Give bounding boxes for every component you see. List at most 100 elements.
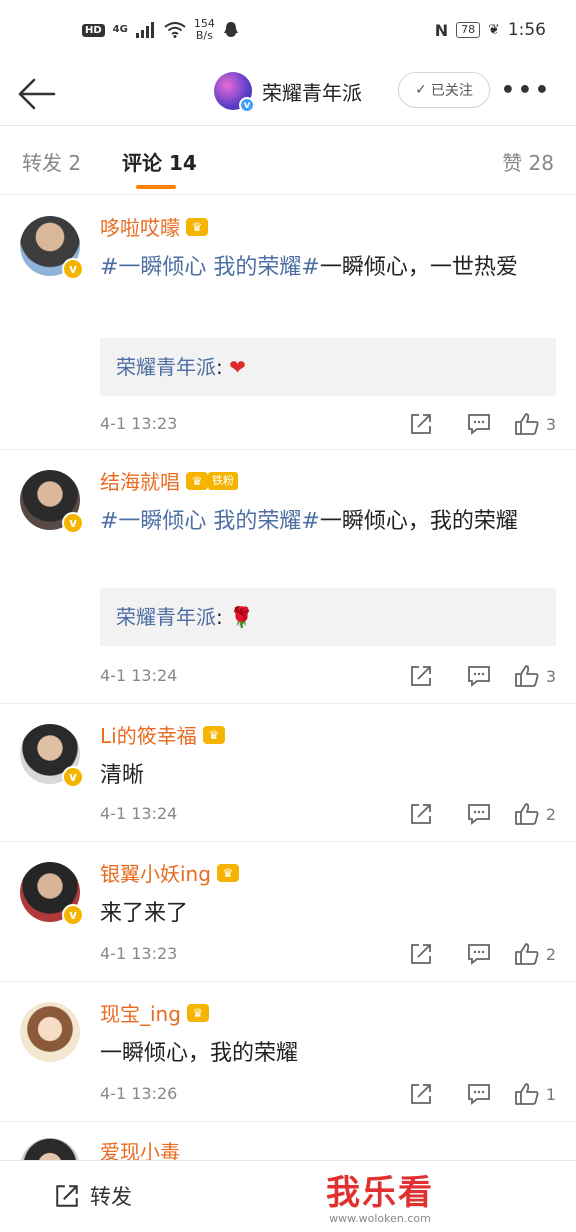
weibo-comments-page: HD 4G 154 B/s N 78 ❦ 1:56 v 荣耀青年派 ✓ 已关注 …: [0, 0, 576, 1232]
reply-text: 🌹: [229, 605, 255, 629]
crown-icon: ♛: [186, 1003, 209, 1022]
nav-avatar[interactable]: v: [214, 72, 255, 113]
status-right: N 78 ❦ 1:56: [435, 20, 546, 40]
nav-bar: v 荣耀青年派 ✓ 已关注 •••: [0, 64, 576, 126]
avatar[interactable]: [20, 1138, 80, 1160]
username-text[interactable]: 爱现小毒: [100, 1136, 180, 1160]
comment-item: v 银翼小妖ing ♛ 来了来了 4-1 13:23 2: [0, 842, 576, 982]
like-button[interactable]: 2: [514, 942, 556, 966]
like-button[interactable]: 3: [514, 664, 556, 688]
like-count: 2: [545, 804, 556, 824]
reply-author[interactable]: 荣耀青年派: [116, 605, 216, 629]
tab-likes[interactable]: 赞 28: [502, 147, 554, 176]
comment-icon[interactable]: [450, 1080, 508, 1108]
comment-text: 来了来了: [100, 894, 560, 934]
comment-username[interactable]: 爱现小毒: [100, 1136, 180, 1160]
crown-icon: ♛: [202, 725, 225, 744]
comment-body: 一瞬倾心，一世热爱: [319, 255, 518, 280]
share-icon[interactable]: [392, 1080, 450, 1108]
comment-actions: 3: [392, 410, 556, 438]
reply-text: ❤: [229, 355, 246, 379]
avatar[interactable]: v: [20, 216, 84, 280]
share-icon[interactable]: [392, 662, 450, 690]
nav-profile[interactable]: v 荣耀青年派: [214, 72, 362, 113]
username-text[interactable]: 哆啦哎曚: [100, 212, 180, 241]
share-icon[interactable]: [392, 800, 450, 828]
network-speed: 154 B/s: [194, 18, 215, 42]
share-icon[interactable]: [392, 940, 450, 968]
verified-icon: v: [62, 766, 84, 788]
bottom-bar: 转发 我乐看 www.woloken.com: [0, 1160, 576, 1232]
comment-body: 一瞬倾心，我的荣耀: [100, 1041, 299, 1066]
speed-unit: B/s: [195, 29, 213, 42]
comment-actions: 3: [392, 662, 556, 690]
comment-username[interactable]: 银翼小妖ing ♛: [100, 858, 239, 887]
comment-icon[interactable]: [450, 662, 508, 690]
comment-actions: 1: [392, 1080, 556, 1108]
like-icon: [514, 943, 539, 965]
repost-button[interactable]: 转发: [54, 1181, 132, 1211]
back-arrow-icon[interactable]: [14, 74, 58, 114]
share-icon: [56, 1185, 78, 1207]
avatar[interactable]: v: [20, 724, 84, 788]
verified-icon: v: [239, 97, 255, 113]
crown-icon: ♛: [216, 863, 239, 882]
topic-link[interactable]: #一瞬倾心 我的荣耀#: [100, 255, 320, 280]
tab-bar: 转发 2 评论 14 赞 28: [0, 127, 576, 195]
author-reply[interactable]: 荣耀青年派: ❤: [100, 338, 556, 396]
username-text[interactable]: 银翼小妖ing: [100, 858, 211, 887]
comment-username[interactable]: 现宝_ing ♛: [100, 998, 209, 1027]
share-icon[interactable]: [392, 410, 450, 438]
leaf-icon: ❦: [488, 22, 500, 38]
comment-text: #一瞬倾心 我的荣耀#一瞬倾心，我的荣耀: [100, 502, 560, 542]
tab-repost[interactable]: 转发 2: [22, 147, 81, 176]
repost-label: 转发: [90, 1185, 132, 1209]
comment-text: 一瞬倾心，我的荣耀: [100, 1034, 560, 1074]
comment-icon[interactable]: [450, 800, 508, 828]
like-button[interactable]: 2: [514, 802, 556, 826]
status-bar: HD 4G 154 B/s N 78 ❦ 1:56: [0, 0, 576, 64]
tab-comments[interactable]: 评论 14: [122, 147, 197, 176]
comment-icon[interactable]: [450, 410, 508, 438]
like-button[interactable]: 1: [514, 1082, 556, 1106]
follow-label: 已关注: [430, 83, 473, 99]
crown-icon: ♛: [186, 471, 208, 490]
status-left: HD 4G 154 B/s: [82, 18, 239, 42]
reply-author[interactable]: 荣耀青年派: [116, 355, 216, 379]
like-icon: [514, 665, 539, 687]
comment-actions: 2: [392, 800, 556, 828]
comment-time: 4-1 13:24: [100, 666, 178, 685]
comment-body: 一瞬倾心，我的荣耀: [319, 509, 518, 534]
crown-icon: ♛: [186, 217, 208, 236]
username-text[interactable]: 结海就唱: [100, 466, 180, 495]
avatar[interactable]: v: [20, 470, 84, 534]
like-button[interactable]: 3: [514, 412, 556, 436]
comment-username[interactable]: 结海就唱 ♛ 铁粉: [100, 466, 238, 495]
verified-icon: v: [62, 904, 84, 926]
battery-indicator: 78: [456, 22, 481, 38]
author-reply[interactable]: 荣耀青年派: 🌹: [100, 588, 556, 646]
username-text[interactable]: 现宝_ing: [100, 998, 181, 1027]
nav-title[interactable]: 荣耀青年派: [262, 77, 362, 106]
avatar[interactable]: v: [20, 862, 84, 926]
comment-item: v 哆啦哎曚 ♛ #一瞬倾心 我的荣耀#一瞬倾心，一世热爱 荣耀青年派: ❤ 4…: [0, 196, 576, 450]
more-icon[interactable]: •••: [501, 78, 552, 103]
comment-item-partial: 爱现小毒: [0, 1122, 576, 1160]
follow-button[interactable]: ✓ 已关注: [398, 72, 490, 108]
comment-time: 4-1 13:26: [100, 1084, 178, 1103]
username-text[interactable]: Li的筱幸福: [100, 720, 197, 749]
comment-text: #一瞬倾心 我的荣耀#一瞬倾心，一世热爱: [100, 248, 560, 288]
comment-username[interactable]: 哆啦哎曚 ♛: [100, 212, 208, 241]
comment-item: v 结海就唱 ♛ 铁粉 #一瞬倾心 我的荣耀#一瞬倾心，我的荣耀 荣耀青年派: …: [0, 450, 576, 704]
avatar[interactable]: [20, 1002, 80, 1062]
wifi-icon: [164, 22, 186, 38]
comment-body: 清晰: [100, 763, 145, 788]
topic-link[interactable]: #一瞬倾心 我的荣耀#: [100, 509, 320, 534]
comment-icon[interactable]: [450, 940, 508, 968]
like-count: 2: [545, 944, 556, 964]
comment-username[interactable]: Li的筱幸福 ♛: [100, 720, 225, 749]
like-count: 3: [545, 414, 556, 434]
qq-icon: [223, 22, 238, 37]
comment-body: 来了来了: [100, 901, 189, 926]
comment-actions: 2: [392, 940, 556, 968]
